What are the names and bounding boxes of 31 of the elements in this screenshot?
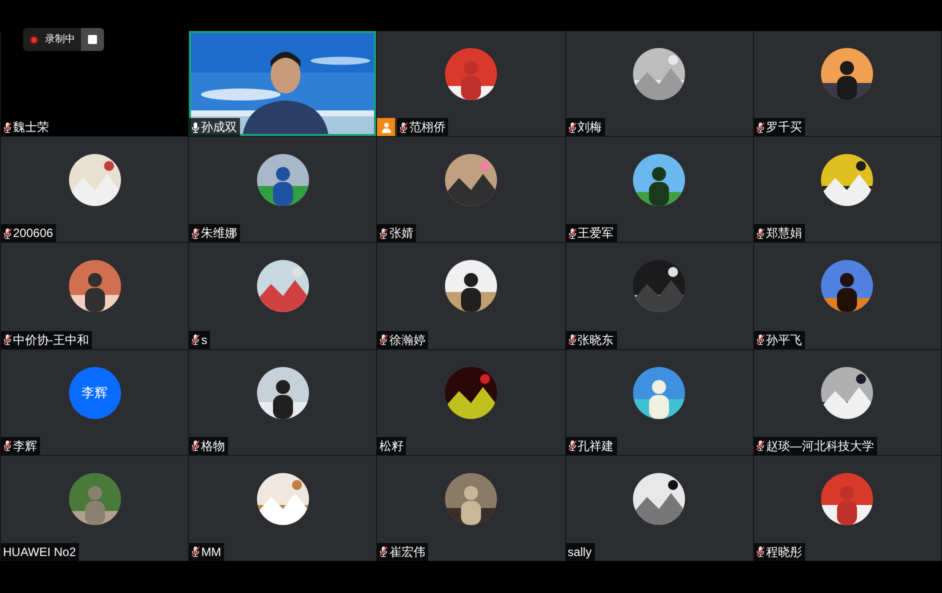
participant-name: 孙成双 — [201, 121, 238, 134]
participant-name: 中价协-王中和 — [13, 334, 89, 346]
participant-name: 孔祥建 — [578, 440, 614, 452]
participant-name: 魏士荣 — [13, 121, 49, 134]
participant-name: 程晓彤 — [766, 546, 802, 558]
participant-name: 徐瀚婷 — [389, 334, 426, 346]
participant-name: s — [201, 334, 208, 346]
participant-name: 罗千买 — [766, 121, 802, 134]
stop-icon — [88, 35, 97, 44]
stop-button[interactable] — [81, 28, 104, 51]
initials-avatar: 李辉 — [68, 366, 121, 419]
participant-name: 张晓东 — [578, 334, 614, 346]
participant-name: MM — [201, 546, 222, 558]
participant-name: 孙平飞 — [766, 334, 802, 346]
participant-name: 刘梅 — [578, 121, 602, 134]
participant-name: 200606 — [13, 227, 54, 240]
participant-name: 崔宏伟 — [389, 546, 426, 558]
participant-name: 松籽 — [379, 440, 404, 452]
participant-name: 王爱军 — [578, 227, 614, 240]
participant-name: 郑慧娟 — [766, 227, 802, 240]
person-icon — [380, 122, 392, 133]
participant-name: 范栩侨 — [409, 121, 446, 134]
participant-name: sally — [568, 546, 592, 558]
participant-name: 朱维娜 — [201, 227, 238, 240]
record-icon — [29, 34, 39, 44]
participant-name: 张婧 — [389, 227, 414, 240]
recording-label: 录制中 — [45, 32, 75, 47]
participant-name: 格物 — [201, 440, 226, 452]
participant-name: HUAWEI No2 — [3, 546, 76, 558]
participant-name: 赵琰—河北科技大学 — [766, 440, 874, 452]
participant-name: 李辉 — [13, 440, 37, 452]
